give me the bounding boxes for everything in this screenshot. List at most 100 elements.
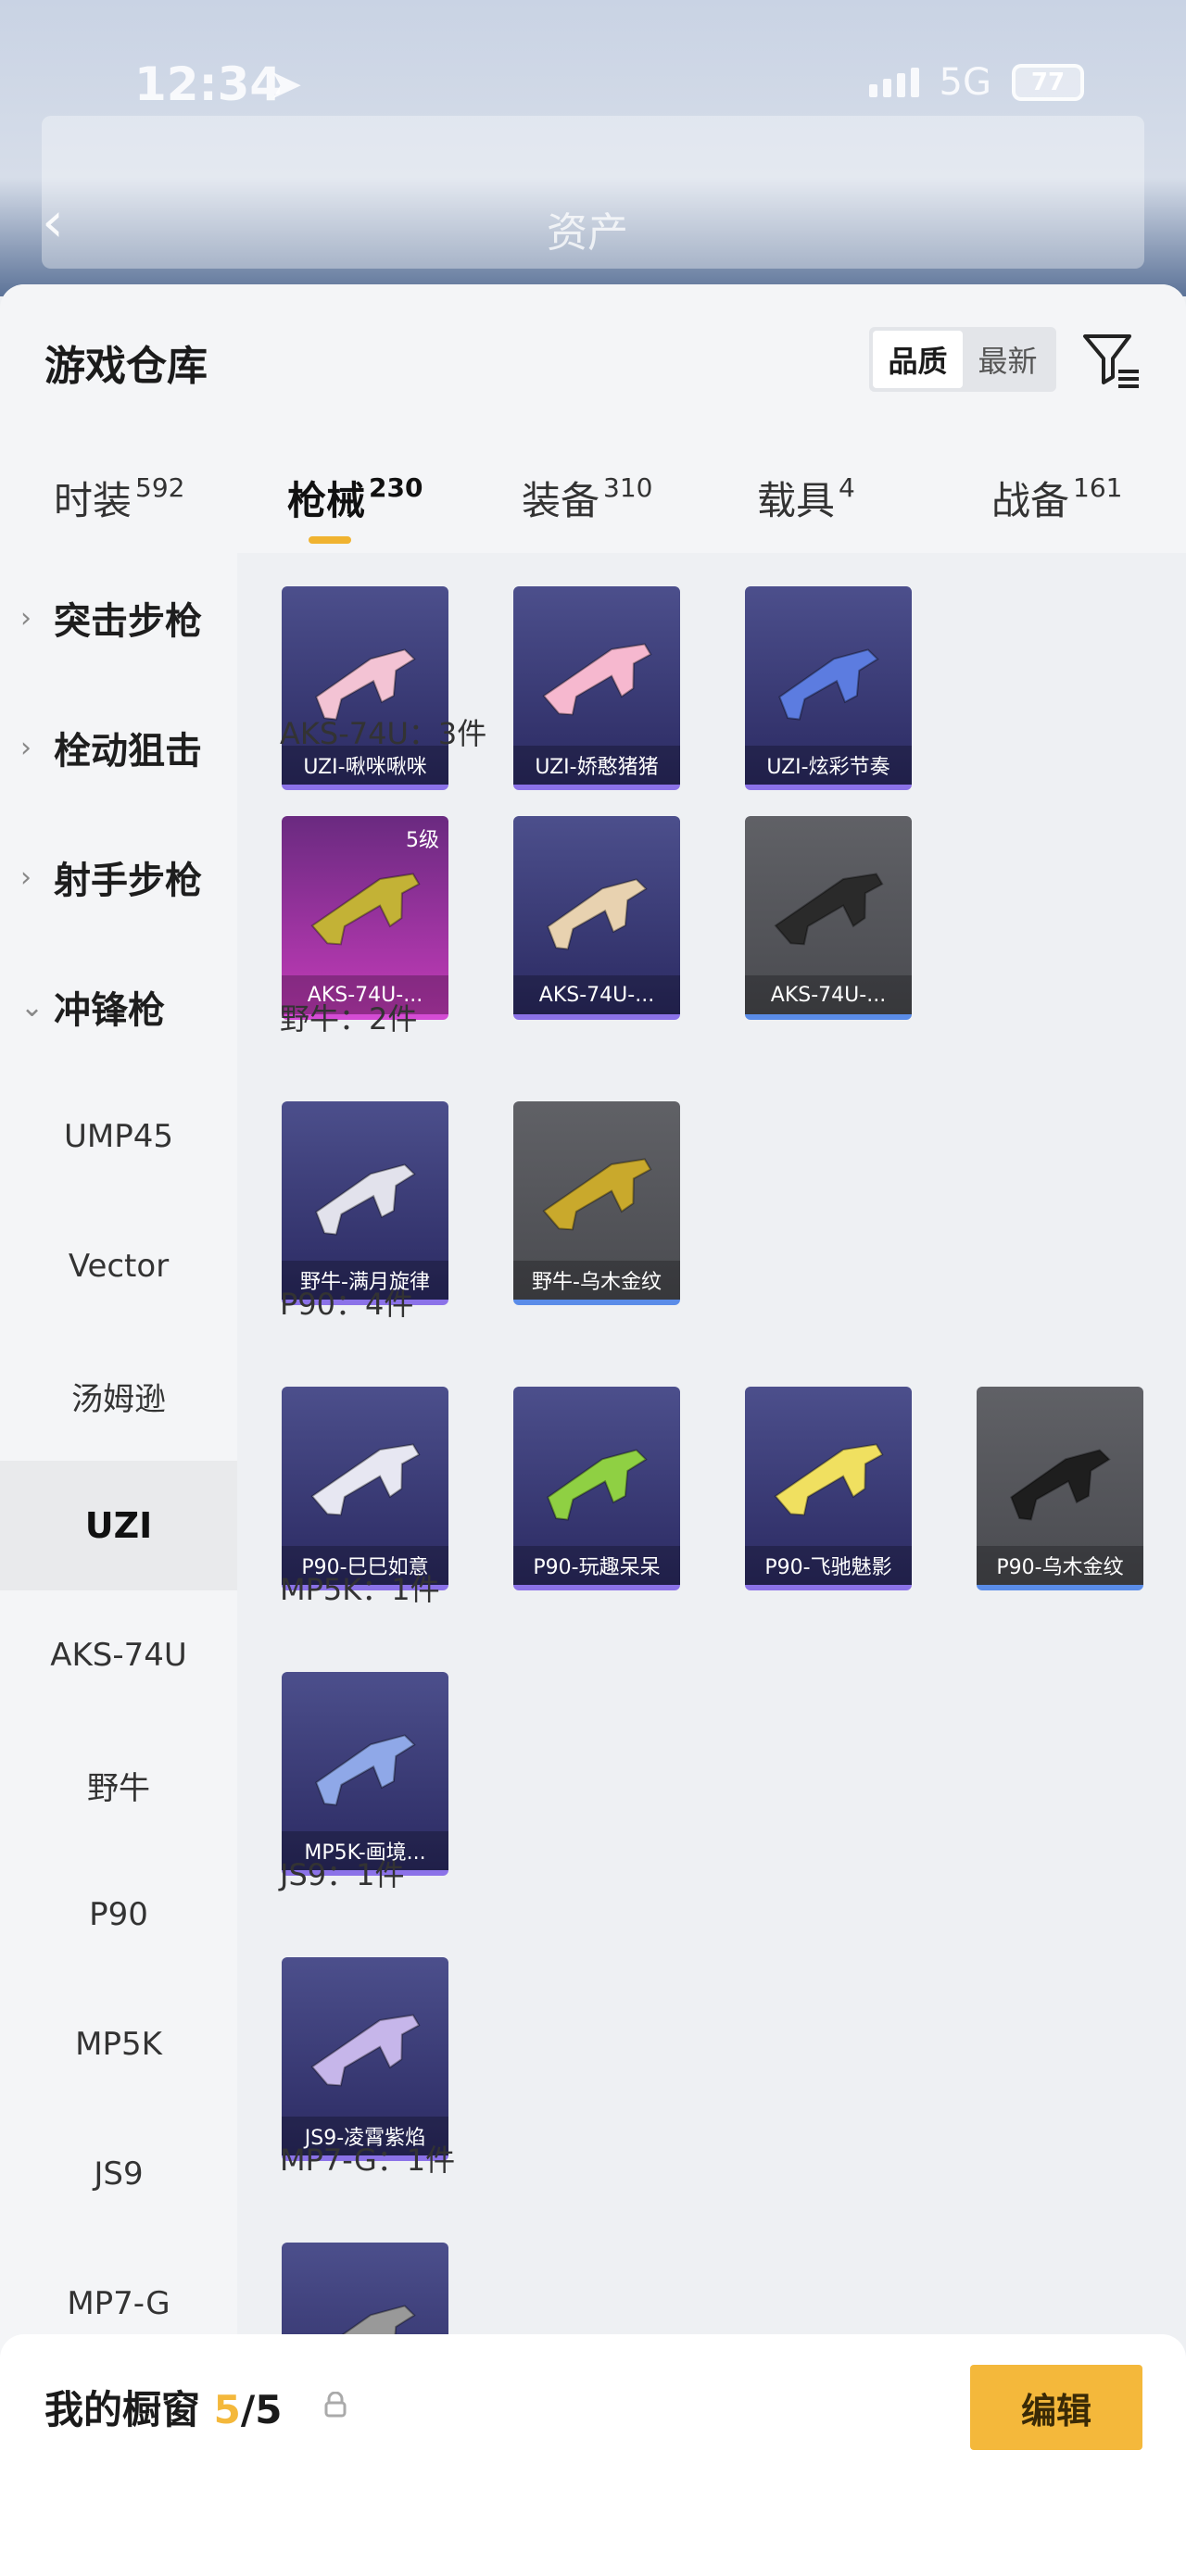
- weapon-card[interactable]: P90-乌木金纹: [977, 1387, 1143, 1590]
- showcase-label: 我的橱窗: [44, 2387, 201, 2432]
- filter-icon[interactable]: [1079, 329, 1142, 392]
- sidebar-group-label: 突击步枪: [54, 600, 202, 643]
- chevron-right-icon: ›: [20, 731, 32, 764]
- sidebar-group-label: 栓动狙击: [54, 730, 202, 773]
- sort-latest-button[interactable]: 最新: [963, 331, 1053, 388]
- sidebar-item-uzi[interactable]: UZI: [0, 1461, 237, 1590]
- sidebar-item-aks74u[interactable]: AKS-74U: [0, 1590, 237, 1720]
- tab-supplies[interactable]: 战备 161: [991, 470, 1122, 526]
- weapon-card-label: AKS-74U-...: [513, 975, 680, 1014]
- sidebar-group-bolt-sniper[interactable]: › 栓动狙击: [0, 683, 237, 812]
- showcase-count: 5: [213, 2387, 241, 2432]
- gun-icon: [310, 873, 421, 946]
- weapon-card[interactable]: P90-飞驰魅影: [745, 1387, 912, 1590]
- weapon-card-label: P90-乌木金纹: [977, 1546, 1143, 1585]
- active-tab-indicator: [309, 536, 351, 544]
- level-badge: 5级: [406, 829, 439, 852]
- sidebar-item-thompson[interactable]: 汤姆逊: [0, 1331, 237, 1461]
- chevron-down-icon: ⌄: [20, 990, 44, 1024]
- tab-fashion[interactable]: 时装 592: [54, 470, 184, 526]
- weapon-grid: UZI-啾咪啾咪 UZI-娇憨猪猪 UZI-炫彩节奏 AKS-74U：3件 5级 AKS-…: [237, 553, 1186, 2576]
- tab-count: 4: [839, 472, 855, 503]
- tab-count: 161: [1073, 472, 1123, 503]
- weapon-card[interactable]: P90-玩趣呆呆: [513, 1387, 680, 1590]
- sidebar-item-mp5k[interactable]: MP5K: [0, 1979, 237, 2109]
- gun-icon: [542, 1158, 652, 1231]
- weapon-card-label: UZI-娇憨猪猪: [513, 746, 680, 785]
- showcase-title: 我的橱窗 5/5: [44, 2379, 282, 2435]
- group-title: AKS-74U：3件: [280, 716, 487, 751]
- tab-count: 592: [135, 472, 185, 503]
- edit-button[interactable]: 编辑: [970, 2365, 1142, 2450]
- sort-toggle: 品质 最新: [869, 327, 1056, 392]
- weapon-card[interactable]: P90-巳巳如意: [282, 1387, 448, 1590]
- weapon-card-label: P90-飞驰魅影: [745, 1546, 912, 1585]
- weapon-card-label: AKS-74U-...: [745, 975, 912, 1014]
- weapon-card[interactable]: UZI-炫彩节奏: [745, 586, 912, 790]
- tab-label: 时装: [54, 478, 132, 523]
- sidebar-item-js9[interactable]: JS9: [0, 2109, 237, 2239]
- sheet-title: 游戏仓库: [44, 343, 208, 390]
- sidebar-group-label: 射手步枪: [54, 860, 202, 902]
- signal-icon: [868, 68, 919, 97]
- gun-icon: [778, 648, 879, 721]
- weapon-card[interactable]: MP5K-画境...: [282, 1672, 448, 1876]
- gun-icon: [310, 2014, 421, 2087]
- weapon-card[interactable]: UZI-娇憨猪猪: [513, 586, 680, 790]
- battery-icon: 77: [1012, 64, 1084, 101]
- weapon-card[interactable]: 5级 AKS-74U-...: [282, 816, 448, 1020]
- group-title: 野牛：2件: [280, 1001, 418, 1037]
- showcase-bar: 我的橱窗 5/5 编辑: [0, 2334, 1186, 2576]
- tab-label: 枪械: [287, 478, 366, 523]
- tab-vehicles[interactable]: 载具 4: [757, 470, 855, 526]
- gun-icon: [774, 1443, 884, 1516]
- group-title: JS9：1件: [280, 1857, 405, 1892]
- gun-icon: [310, 1443, 421, 1516]
- chevron-right-icon: ›: [20, 861, 32, 894]
- chevron-right-icon: ›: [20, 601, 32, 635]
- location-icon: ➤: [269, 61, 303, 108]
- tab-equipment[interactable]: 装备 310: [522, 470, 652, 526]
- weapon-card-label: P90-玩趣呆呆: [513, 1546, 680, 1585]
- sidebar-item-p90[interactable]: P90: [0, 1850, 237, 1979]
- warehouse-sheet: 游戏仓库 品质 最新 时装 592 枪械 230 装备 310 载具 4 战备 161 ›…: [0, 284, 1186, 2576]
- status-bar-area: 12:34 ➤ 5G 77 ‹ 资产: [0, 0, 1186, 296]
- gun-icon: [547, 878, 648, 950]
- sidebar-item-bizon[interactable]: 野牛: [0, 1720, 237, 1850]
- back-icon[interactable]: ‹: [42, 190, 64, 255]
- sidebar-group-marksman[interactable]: › 射手步枪: [0, 812, 237, 942]
- tab-count: 230: [369, 472, 423, 503]
- category-tabs: 时装 592 枪械 230 装备 310 载具 4 战备 161: [0, 460, 1186, 553]
- gun-icon: [1010, 1449, 1111, 1521]
- weapon-card[interactable]: UZI-啾咪啾咪: [282, 586, 448, 790]
- weapon-card-label: UZI-炫彩节奏: [745, 746, 912, 785]
- status-right: 5G 77: [868, 61, 1084, 104]
- sidebar-item-ump45[interactable]: UMP45: [0, 1072, 237, 1201]
- group-title: MP7-G：1件: [280, 2142, 456, 2178]
- sidebar-item-vector[interactable]: Vector: [0, 1201, 237, 1331]
- group-title: MP5K：1件: [280, 1572, 440, 1607]
- battery-level: 77: [1030, 69, 1066, 96]
- sort-quality-button[interactable]: 品质: [873, 331, 963, 388]
- gun-icon: [547, 1449, 648, 1521]
- sidebar-group-smg[interactable]: ⌄ 冲锋枪: [0, 942, 237, 1072]
- weapon-card[interactable]: 野牛-满月旋律: [282, 1101, 448, 1305]
- tab-guns[interactable]: 枪械 230: [287, 470, 423, 526]
- sidebar-group-assault-rifle[interactable]: › 突击步枪: [0, 553, 237, 683]
- weapon-card[interactable]: 野牛-乌木金纹: [513, 1101, 680, 1305]
- tab-count: 310: [603, 472, 653, 503]
- sidebar-group-label: 冲锋枪: [54, 989, 165, 1032]
- gun-icon: [315, 1734, 416, 1806]
- gun-icon: [542, 643, 652, 716]
- weapon-card[interactable]: AKS-74U-...: [745, 816, 912, 1020]
- page-title: 资产: [547, 209, 628, 257]
- showcase-total: /5: [240, 2387, 283, 2432]
- tab-label: 装备: [522, 478, 600, 523]
- gun-icon: [315, 1163, 416, 1236]
- weapon-card[interactable]: AKS-74U-...: [513, 816, 680, 1020]
- lock-icon: [324, 2392, 347, 2418]
- tab-label: 载具: [757, 478, 836, 523]
- category-sidebar: › 突击步枪 › 栓动狙击 › 射手步枪 ⌄ 冲锋枪 UMP45 Vector 汤姆逊 …: [0, 553, 237, 2576]
- weapon-card[interactable]: JS9-凌霄紫焰: [282, 1957, 448, 2161]
- network-label: 5G: [939, 61, 991, 104]
